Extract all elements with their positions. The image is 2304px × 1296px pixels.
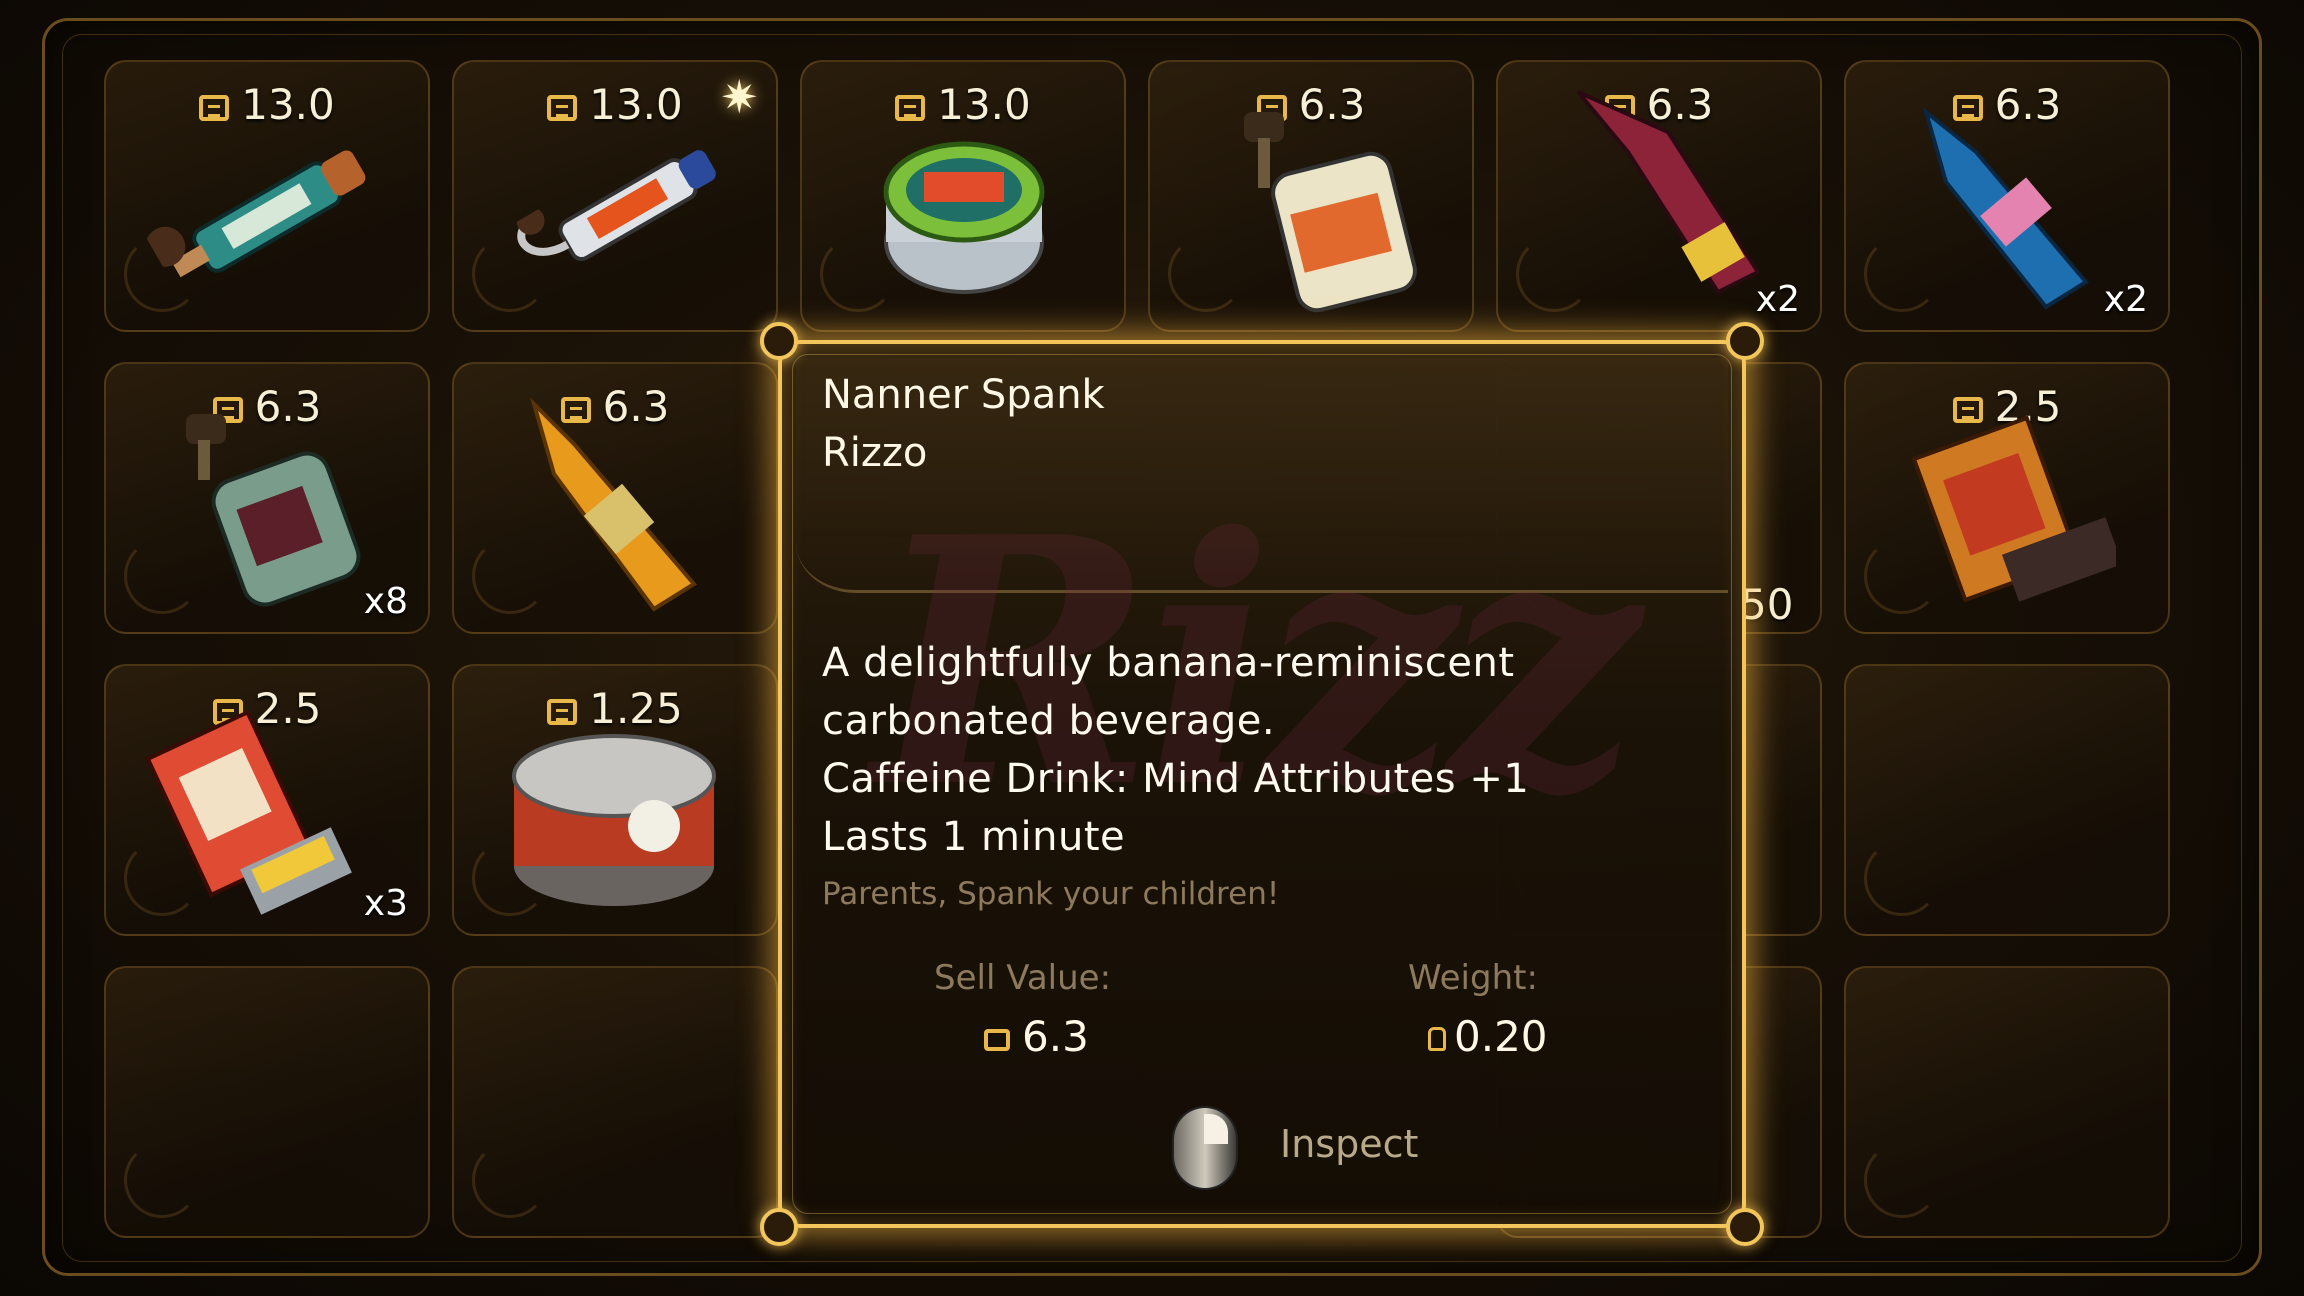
elixir-bottle-icon — [1244, 112, 1417, 313]
inventory-slot-8[interactable]: 6.3 — [452, 362, 778, 634]
slot-ornament — [1864, 1142, 1940, 1218]
item-description: A delightfully banana-reminiscent carbon… — [822, 634, 1702, 866]
tin-can-icon — [512, 734, 716, 906]
currency-icon — [199, 95, 230, 121]
sell-value: 6.3 — [984, 1012, 1089, 1061]
sell-value-label: Sell Value: — [934, 958, 1112, 998]
item-quantity: x2 — [2103, 279, 2148, 320]
corner-ornament-icon — [760, 1208, 798, 1246]
corner-ornament-icon — [1726, 322, 1764, 360]
inventory-slot-10[interactable]: 2.5 x3 — [104, 664, 430, 936]
green-bottle-icon — [186, 414, 361, 607]
item-price: 13.0 — [106, 80, 428, 129]
inventory-slot-empty[interactable] — [1844, 664, 2170, 936]
inventory-slot-9[interactable]: 2.5 — [1844, 362, 2170, 634]
inventory-slot-empty[interactable] — [452, 966, 778, 1238]
partial-price-text: 50 — [1740, 580, 1794, 629]
red-bottle-icon — [1576, 90, 1761, 295]
item-quantity: x8 — [363, 581, 408, 622]
corner-ornament-icon — [760, 322, 798, 360]
description-line: Lasts 1 minute — [822, 814, 1126, 860]
corner-ornament-icon — [1726, 1208, 1764, 1246]
inventory-slot-4[interactable]: 6.3 — [1148, 60, 1474, 332]
weight-icon — [1428, 1027, 1446, 1051]
mouse-button-icon[interactable] — [1172, 1106, 1238, 1190]
inventory-slot-11[interactable]: 1.25 — [452, 664, 778, 936]
lubricating-tube-icon — [145, 150, 366, 278]
description-line: carbonated beverage. — [822, 698, 1276, 744]
slot-ornament — [124, 1142, 200, 1218]
rizzo-bottle-icon — [529, 397, 698, 612]
matchbox-icon — [146, 709, 352, 915]
description-line: A delightfully banana-reminiscent — [822, 640, 1515, 686]
inventory-slot-1[interactable]: 13.0 — [104, 60, 430, 332]
slot-ornament — [472, 1142, 548, 1218]
inspect-label[interactable]: Inspect — [1280, 1122, 1418, 1166]
blue-bottle-icon — [1922, 106, 2090, 310]
item-tooltip: Rizz Nanner Spank Rizzo A delightfully b… — [760, 322, 1764, 1246]
inventory-slot-empty[interactable] — [104, 966, 430, 1238]
red-box-icon — [1911, 415, 2116, 603]
inventory-slot-empty[interactable] — [1844, 966, 2170, 1238]
metallisys-gel-jar-icon — [883, 141, 1045, 294]
item-brand: Rizzo — [822, 430, 928, 476]
currency-icon — [984, 1029, 1010, 1051]
inventory-slot-5[interactable]: 6.3 x2 — [1496, 60, 1822, 332]
inventory-slot-6[interactable]: 6.3 x2 — [1844, 60, 2170, 332]
new-item-star-icon: ✷ — [720, 70, 759, 124]
description-line: Caffeine Drink: Mind Attributes +1 — [822, 756, 1530, 802]
item-quantity: x3 — [363, 883, 408, 924]
inventory-slot-7[interactable]: 6.3 x8 — [104, 362, 430, 634]
hook-tube-icon — [516, 150, 716, 262]
item-name: Nanner Spank — [822, 372, 1105, 418]
slot-ornament — [1864, 840, 1940, 916]
currency-icon — [547, 95, 578, 121]
weight-value: 0.20 — [1428, 1012, 1548, 1061]
inventory-slot-3[interactable]: 13.0 — [800, 60, 1126, 332]
flavor-text: Parents, Spank your children! — [822, 876, 1280, 912]
item-quantity: x2 — [1755, 279, 1800, 320]
weight-label: Weight: — [1408, 958, 1538, 998]
